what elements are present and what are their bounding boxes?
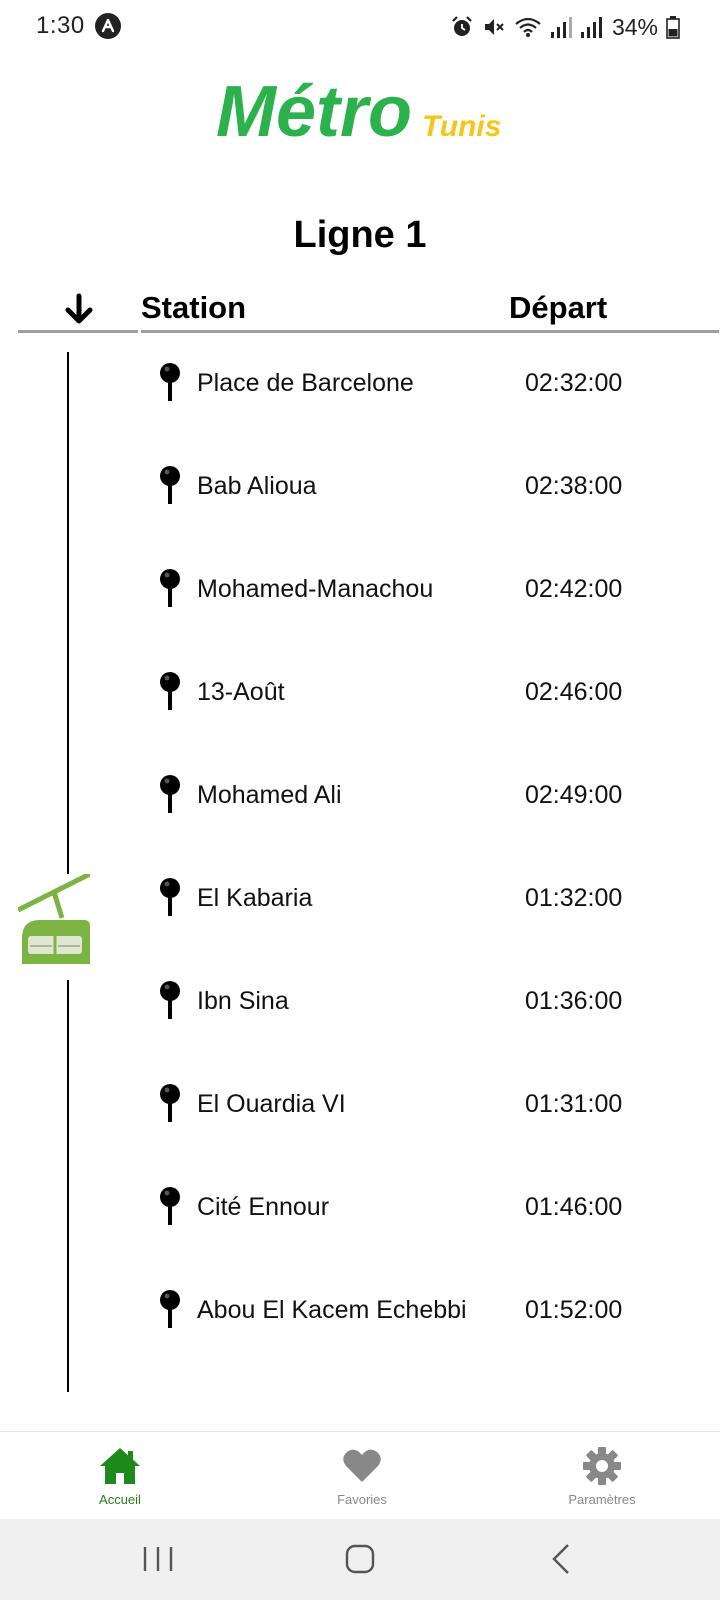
station-name: Mohamed-Manachou (197, 575, 434, 603)
timeline-line (67, 352, 69, 874)
arrow-down-icon[interactable] (62, 292, 96, 326)
gear-icon (583, 1447, 621, 1485)
app-screen: 1:30 34% Métro Tunis Ligne 1 Station Dép… (0, 0, 720, 1600)
nav-parametres[interactable]: Paramètres (522, 1432, 682, 1520)
station-name: El Ouardia VI (197, 1090, 346, 1118)
battery-percent: 34% (611, 13, 658, 40)
station-name: Abou El Kacem Echebbi (197, 1296, 467, 1324)
departure-time: 01:32:00 (525, 884, 623, 912)
header-divider (18, 330, 138, 333)
metro-tunis-logo: Métro Tunis (216, 66, 516, 152)
map-pin-icon (160, 1290, 180, 1328)
nav-label: Favories (337, 1492, 387, 1507)
bottom-navigation: Accueil Favories Paramètres (0, 1431, 720, 1519)
map-pin-icon (160, 1084, 180, 1122)
station-name: El Kabaria (197, 884, 313, 912)
station-row[interactable]: Bab Alioua 02:38:00 (150, 465, 700, 525)
map-pin-icon (160, 569, 180, 607)
station-name: 13-Août (197, 678, 285, 706)
station-name: Ibn Sina (197, 987, 289, 1015)
signal-icon (580, 17, 602, 38)
map-pin-icon (160, 878, 180, 916)
status-icons: 34% (450, 13, 680, 41)
station-name: Cité Ennour (197, 1193, 330, 1221)
departure-time: 01:52:00 (525, 1296, 623, 1324)
station-name: Place de Barcelone (197, 369, 414, 397)
nav-favories[interactable]: Favories (282, 1432, 442, 1520)
departure-time: 01:36:00 (525, 987, 623, 1015)
logo-main-text: Métro (216, 72, 412, 146)
departure-column-header[interactable]: Départ (509, 290, 607, 326)
map-pin-icon (160, 1187, 180, 1225)
station-row[interactable]: Mohamed-Manachou 02:42:00 (150, 568, 700, 628)
station-row[interactable]: El Kabaria 01:32:00 (150, 877, 700, 937)
home-icon (100, 1448, 140, 1484)
station-row[interactable]: Mohamed Ali 02:49:00 (150, 774, 700, 834)
nav-label: Paramètres (568, 1492, 636, 1507)
schedule-header: Station Départ (18, 286, 719, 334)
status-time: 1:30 (36, 12, 85, 39)
station-row[interactable]: Cité Ennour 01:46:00 (150, 1186, 700, 1246)
station-row[interactable]: 13-Août 02:46:00 (150, 671, 700, 731)
system-navigation-bar (0, 1519, 720, 1600)
signal-icon (550, 17, 572, 38)
map-pin-icon (160, 775, 180, 813)
station-row[interactable]: Abou El Kacem Echebbi 01:52:00 (150, 1289, 700, 1349)
station-row[interactable]: Place de Barcelone 02:32:00 (150, 362, 700, 422)
departure-time: 02:49:00 (525, 781, 623, 809)
mute-icon (484, 19, 504, 35)
station-row[interactable]: Ibn Sina 01:36:00 (150, 980, 700, 1040)
map-pin-icon (160, 981, 180, 1019)
departure-time: 01:31:00 (525, 1090, 623, 1118)
nav-accueil[interactable]: Accueil (40, 1432, 200, 1520)
home-button-icon[interactable] (330, 1539, 390, 1579)
wifi-icon (515, 17, 541, 37)
departure-time: 02:32:00 (525, 369, 623, 397)
header-divider (141, 330, 719, 333)
station-column-header[interactable]: Station (141, 290, 246, 326)
status-bar: 1:30 34% (0, 0, 720, 54)
heart-icon (343, 1449, 381, 1482)
departure-time: 02:38:00 (525, 472, 623, 500)
app-notification-icon (95, 13, 121, 39)
departure-time: 01:46:00 (525, 1193, 623, 1221)
map-pin-icon (160, 363, 180, 401)
cable-car-icon (16, 871, 92, 984)
timeline-line (67, 980, 69, 1392)
alarm-icon (452, 16, 472, 36)
page-title: Ligne 1 (293, 214, 427, 256)
departure-time: 02:42:00 (525, 575, 623, 603)
map-pin-icon (160, 672, 180, 710)
departure-time: 02:46:00 (525, 678, 623, 706)
recent-apps-icon[interactable] (128, 1539, 188, 1579)
map-pin-icon (160, 466, 180, 504)
station-name: Bab Alioua (197, 472, 317, 500)
station-row[interactable]: El Ouardia VI 01:31:00 (150, 1083, 700, 1143)
station-name: Mohamed Ali (197, 781, 342, 809)
nav-label: Accueil (99, 1492, 141, 1507)
back-icon[interactable] (532, 1539, 592, 1579)
battery-icon (666, 16, 680, 39)
logo-sub-text: Tunis (422, 110, 501, 143)
